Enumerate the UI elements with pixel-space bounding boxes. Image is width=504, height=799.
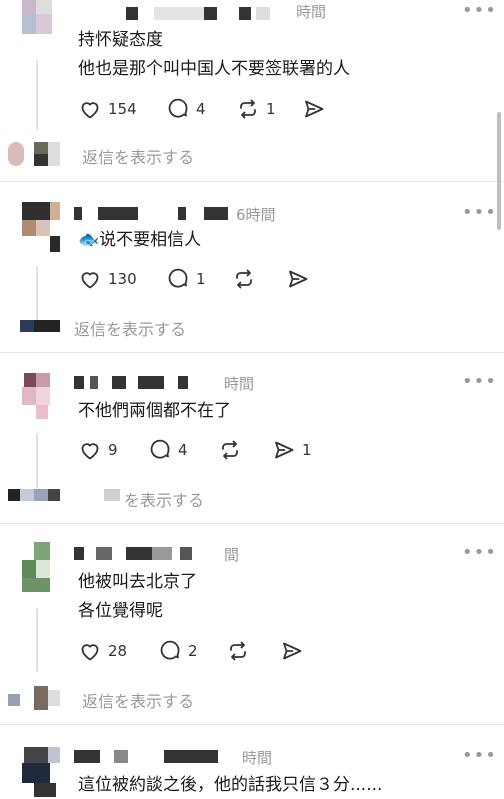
comment-count: 1 (196, 270, 206, 288)
repost-icon (236, 269, 252, 289)
view-replies-link[interactable]: 返信を表示する (74, 316, 186, 340)
scrollbar[interactable] (497, 112, 501, 230)
avatar[interactable] (12, 745, 64, 797)
avatar[interactable] (12, 371, 64, 423)
comment-post: 6時間 ••• 🐟说不要相信人 130 1 返信を表示する (0, 182, 504, 352)
timestamp: 間 (224, 546, 240, 564)
post-meta: 時間 (74, 373, 404, 393)
comment-line: 持怀疑态度 (78, 30, 163, 50)
send-icon (289, 270, 308, 288)
thread-line (36, 60, 38, 130)
comment-post: 時間 ••• 持怀疑态度 他也是那个叫中国人不要签联署的人 154 4 1 返信… (0, 0, 504, 180)
view-replies-link[interactable]: 返信を表示する (82, 688, 194, 712)
send-icon (275, 441, 294, 459)
share-button[interactable]: 1 (272, 437, 312, 463)
comment-button[interactable]: 4 (148, 437, 188, 463)
share-count: 1 (302, 441, 312, 459)
like-button[interactable]: 28 (78, 638, 127, 664)
reply-avatars (8, 489, 128, 503)
comment-text: 他被叫去北京了 各位覺得呢 (78, 568, 197, 626)
reply-avatars (8, 686, 68, 710)
thread-line (36, 433, 38, 489)
heart-icon (81, 272, 99, 289)
comment-text: 不他們兩個都不在了 (78, 397, 231, 426)
repost-icon (230, 641, 246, 661)
post-meta: 間 (74, 544, 404, 564)
comment-count: 4 (196, 100, 206, 118)
comment-text: 這位被約談之後，他的話我只信３分...... (78, 771, 382, 799)
like-count: 130 (108, 270, 137, 288)
comment-line: 各位覺得呢 (78, 601, 163, 621)
like-count: 9 (108, 441, 118, 459)
post-meta: 時間 (74, 3, 404, 24)
avatar[interactable] (12, 0, 64, 46)
heart-icon (81, 102, 99, 119)
like-count: 154 (108, 100, 137, 118)
more-options-icon[interactable]: ••• (462, 373, 496, 391)
comment-button[interactable]: 1 (166, 266, 206, 292)
repost-icon (222, 440, 238, 460)
comment-bubble-icon (168, 268, 188, 288)
repost-icon (240, 99, 256, 119)
comment-button[interactable]: 2 (158, 638, 198, 664)
like-count: 28 (108, 642, 128, 660)
reply-avatars (8, 142, 68, 166)
timestamp: 時間 (242, 749, 273, 767)
comment-bubble-icon (150, 439, 170, 459)
send-icon (283, 642, 302, 660)
more-options-icon[interactable]: ••• (462, 2, 496, 20)
share-button[interactable] (302, 96, 332, 122)
post-meta: 6時間 (74, 204, 404, 224)
share-button[interactable] (280, 638, 310, 664)
view-replies-link[interactable]: 返信を表示する (82, 144, 194, 168)
comment-text: 🐟说不要相信人 (78, 226, 201, 255)
send-icon (305, 100, 324, 118)
comment-bubble-icon (160, 640, 180, 660)
reply-avatars (8, 318, 68, 334)
view-replies-link[interactable]: を表示する (124, 487, 204, 511)
comment-line: 這位被約談之後，他的話我只信３分...... (78, 775, 383, 795)
more-options-icon[interactable]: ••• (462, 747, 496, 765)
comment-post: 時間 ••• 這位被約談之後，他的話我只信３分...... (0, 725, 504, 799)
comment-post: 間 ••• 他被叫去北京了 各位覺得呢 28 2 返信を表示する (0, 524, 504, 724)
comment-post: 時間 ••• 不他們兩個都不在了 9 4 1 を表示する (0, 353, 504, 523)
thread-line (36, 608, 38, 672)
comment-button[interactable]: 4 (166, 96, 206, 122)
like-button[interactable]: 130 (78, 266, 137, 292)
repost-button[interactable] (226, 638, 256, 664)
avatar[interactable] (12, 542, 64, 594)
post-meta: 時間 (74, 747, 404, 767)
comment-text: 持怀疑态度 他也是那个叫中国人不要签联署的人 (78, 26, 350, 84)
repost-button[interactable] (232, 266, 262, 292)
timestamp: 6時間 (236, 206, 276, 224)
more-options-icon[interactable]: ••• (462, 544, 496, 562)
heart-icon (81, 644, 99, 661)
avatar[interactable] (12, 202, 64, 254)
repost-button[interactable] (218, 437, 248, 463)
comment-line: 不他們兩個都不在了 (78, 401, 231, 421)
comment-line: 🐟说不要相信人 (78, 230, 202, 250)
timestamp: 時間 (296, 3, 327, 21)
repost-count: 1 (266, 100, 276, 118)
comment-bubble-icon (168, 98, 188, 118)
heart-icon (81, 443, 99, 460)
share-button[interactable] (286, 266, 316, 292)
comment-count: 2 (188, 642, 198, 660)
comment-line: 他也是那个叫中国人不要签联署的人 (78, 59, 350, 79)
like-button[interactable]: 9 (78, 437, 118, 463)
more-options-icon[interactable]: ••• (462, 204, 496, 222)
like-button[interactable]: 154 (78, 96, 137, 122)
timestamp: 時間 (224, 375, 255, 393)
comment-line: 他被叫去北京了 (78, 572, 197, 592)
repost-button[interactable]: 1 (236, 96, 276, 122)
comment-count: 4 (178, 441, 188, 459)
